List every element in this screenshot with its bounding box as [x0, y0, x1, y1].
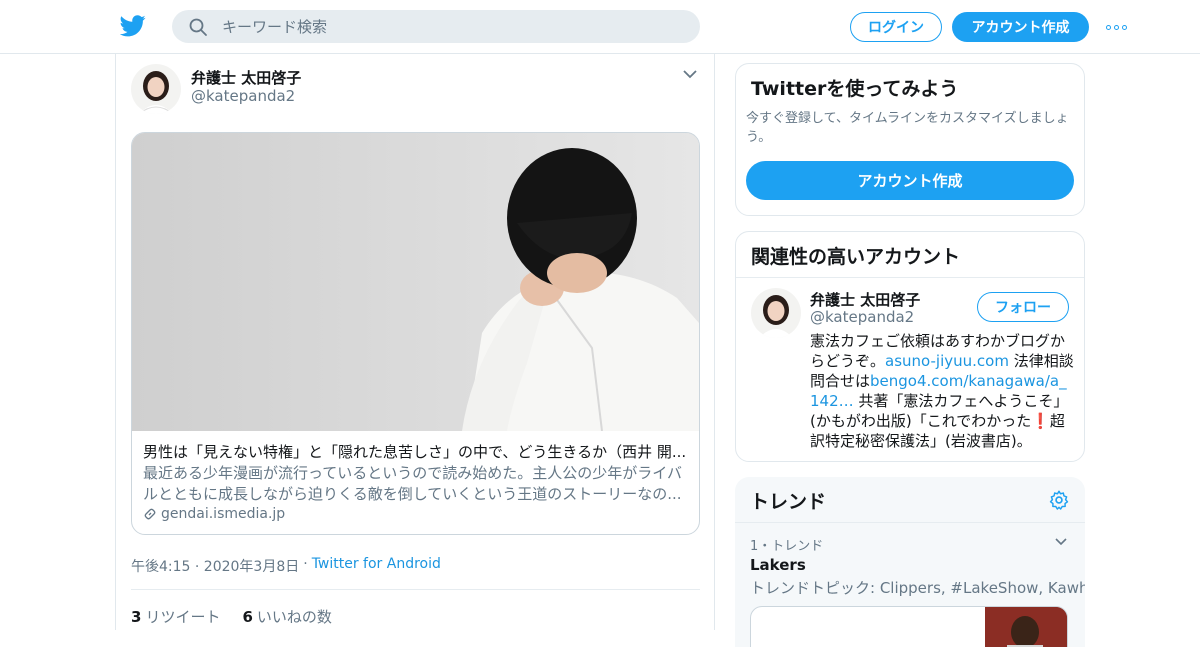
follow-button[interactable]: フォロー — [977, 292, 1069, 322]
bio-link[interactable]: asuno-jiyuu.com — [885, 352, 1009, 370]
divider — [735, 522, 1085, 523]
card-image — [132, 133, 699, 431]
card-domain-text: gendai.ismedia.jp — [161, 506, 286, 522]
twitter-bird-icon[interactable] — [120, 14, 146, 38]
trend-rank: 1・トレンド — [750, 539, 824, 554]
retweet-label: リツイート — [145, 608, 221, 626]
retweet-stat[interactable]: 3 リツイート — [131, 606, 220, 627]
search-icon — [189, 18, 207, 36]
related-account-bio: 憲法カフェご依頼はあすわかブログからどうぞ。asuno-jiyuu.com 法律… — [810, 331, 1075, 451]
like-label: いいねの数 — [256, 608, 332, 626]
link-icon — [144, 508, 156, 520]
related-account-name[interactable]: 弁護士 太田啓子 — [810, 289, 920, 310]
signup-button[interactable]: アカウント作成 — [952, 12, 1089, 42]
trends-panel: トレンド 1・トレンド Lakers トレンドトピック: Clippers, #… — [735, 477, 1085, 647]
avatar[interactable] — [751, 288, 801, 338]
more-options-icon[interactable] — [1106, 18, 1130, 36]
divider — [131, 589, 700, 590]
tweet-meta: 午後4:15 · 2020年3月8日 · Twitter for Android — [131, 556, 441, 576]
trends-title: トレンド — [750, 491, 827, 513]
related-panel-title: 関連性の高いアカウント — [751, 246, 961, 268]
card-title: 男性は「見えない特権」と「隠れた息苦しさ」の中で、どう生きるか（西井 開... — [143, 443, 687, 461]
card-description: 最近ある少年漫画が流行っているというので読み始めた。主人公の少年がライバルととも… — [143, 464, 682, 503]
login-button[interactable]: ログイン — [850, 12, 942, 42]
chevron-down-icon[interactable] — [682, 68, 698, 80]
tweet-column: 弁護士 太田啓子 @katepanda2 男性は「見えない特権」と「隠れた息苦し… — [115, 54, 715, 630]
like-stat[interactable]: 6 いいねの数 — [242, 606, 331, 627]
tweet-source-link[interactable]: Twitter for Android — [312, 556, 441, 576]
trend-card[interactable] — [750, 606, 1068, 647]
trend-thumbnail — [985, 607, 1067, 647]
related-accounts-panel: 関連性の高いアカウント 弁護士 太田啓子 @katepanda2 フォロー 憲法… — [735, 231, 1085, 462]
search-bar[interactable] — [172, 10, 700, 43]
signup-panel-description: 今すぐ登録して、タイムラインをカスタマイズしましょう。 — [746, 111, 1069, 145]
tweet-author-name[interactable]: 弁護士 太田啓子 — [191, 67, 301, 88]
tweet-stats: 3 リツイート 6 いいねの数 — [131, 606, 332, 627]
top-bar: ログイン アカウント作成 — [0, 0, 1200, 54]
related-account-handle[interactable]: @katepanda2 — [810, 308, 914, 326]
card-domain: gendai.ismedia.jp — [143, 506, 285, 522]
signup-panel: Twitterを使ってみよう 今すぐ登録して、タイムラインをカスタマイズしましょ… — [735, 63, 1085, 216]
retweet-count: 3 — [131, 608, 142, 626]
tweet-author-handle[interactable]: @katepanda2 — [191, 87, 295, 105]
search-input[interactable] — [222, 10, 682, 43]
trend-name[interactable]: Lakers — [750, 556, 806, 574]
gear-icon[interactable] — [1048, 489, 1070, 511]
tweet-timestamp[interactable]: 午後4:15 · 2020年3月8日 — [131, 556, 299, 576]
signup-panel-button[interactable]: アカウント作成 — [746, 161, 1074, 200]
signup-panel-title: Twitterを使ってみよう — [751, 78, 959, 100]
chevron-down-icon[interactable] — [1054, 537, 1068, 547]
like-count: 6 — [242, 608, 253, 626]
trend-topics: トレンドトピック: Clippers, #LakeShow, Kawhi — [750, 579, 1085, 597]
link-card[interactable]: 男性は「見えない特権」と「隠れた息苦しさ」の中で、どう生きるか（西井 開... … — [131, 132, 700, 535]
avatar[interactable] — [131, 64, 181, 114]
divider — [736, 277, 1084, 278]
meta-separator: · — [303, 556, 308, 572]
